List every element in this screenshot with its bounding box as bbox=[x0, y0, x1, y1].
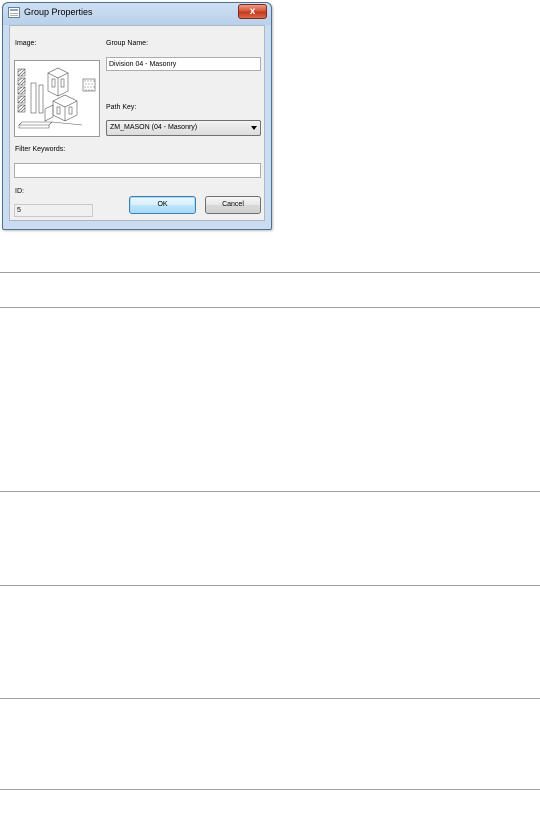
group-properties-dialog: Group Properties x Image: Group Name: Di… bbox=[2, 2, 272, 230]
filter-keywords-field[interactable] bbox=[14, 163, 261, 178]
divider bbox=[0, 307, 540, 308]
window-title: Group Properties bbox=[24, 7, 93, 17]
divider bbox=[0, 585, 540, 586]
dropdown-arrow-icon[interactable] bbox=[251, 126, 257, 130]
divider bbox=[0, 698, 540, 699]
masonry-preview-image[interactable] bbox=[14, 60, 100, 137]
masonry-drawing-icon bbox=[17, 67, 96, 129]
ok-button[interactable]: OK bbox=[129, 196, 196, 214]
title-bar[interactable]: Group Properties x bbox=[3, 3, 271, 23]
image-label: Image: bbox=[15, 40, 37, 47]
close-button[interactable]: x bbox=[238, 4, 267, 19]
dialog-body: Image: Group Name: Division 04 - Masonry… bbox=[9, 25, 265, 221]
filter-keywords-label: Filter Keywords: bbox=[15, 146, 66, 153]
divider bbox=[0, 789, 540, 790]
window-app-icon[interactable] bbox=[8, 7, 20, 18]
path-key-selected: ZM_MASON (04 - Masonry) bbox=[110, 124, 198, 131]
group-name-label: Group Name: bbox=[106, 40, 149, 47]
divider bbox=[0, 272, 540, 273]
cancel-button[interactable]: Cancel bbox=[205, 196, 261, 214]
path-key-dropdown[interactable]: ZM_MASON (04 - Masonry) bbox=[106, 120, 261, 136]
divider bbox=[0, 491, 540, 492]
id-field: 5 bbox=[14, 204, 93, 217]
id-label: ID: bbox=[15, 188, 24, 195]
close-icon: x bbox=[249, 6, 256, 17]
path-key-label: Path Key: bbox=[106, 104, 137, 111]
group-name-field[interactable]: Division 04 - Masonry bbox=[106, 57, 261, 71]
